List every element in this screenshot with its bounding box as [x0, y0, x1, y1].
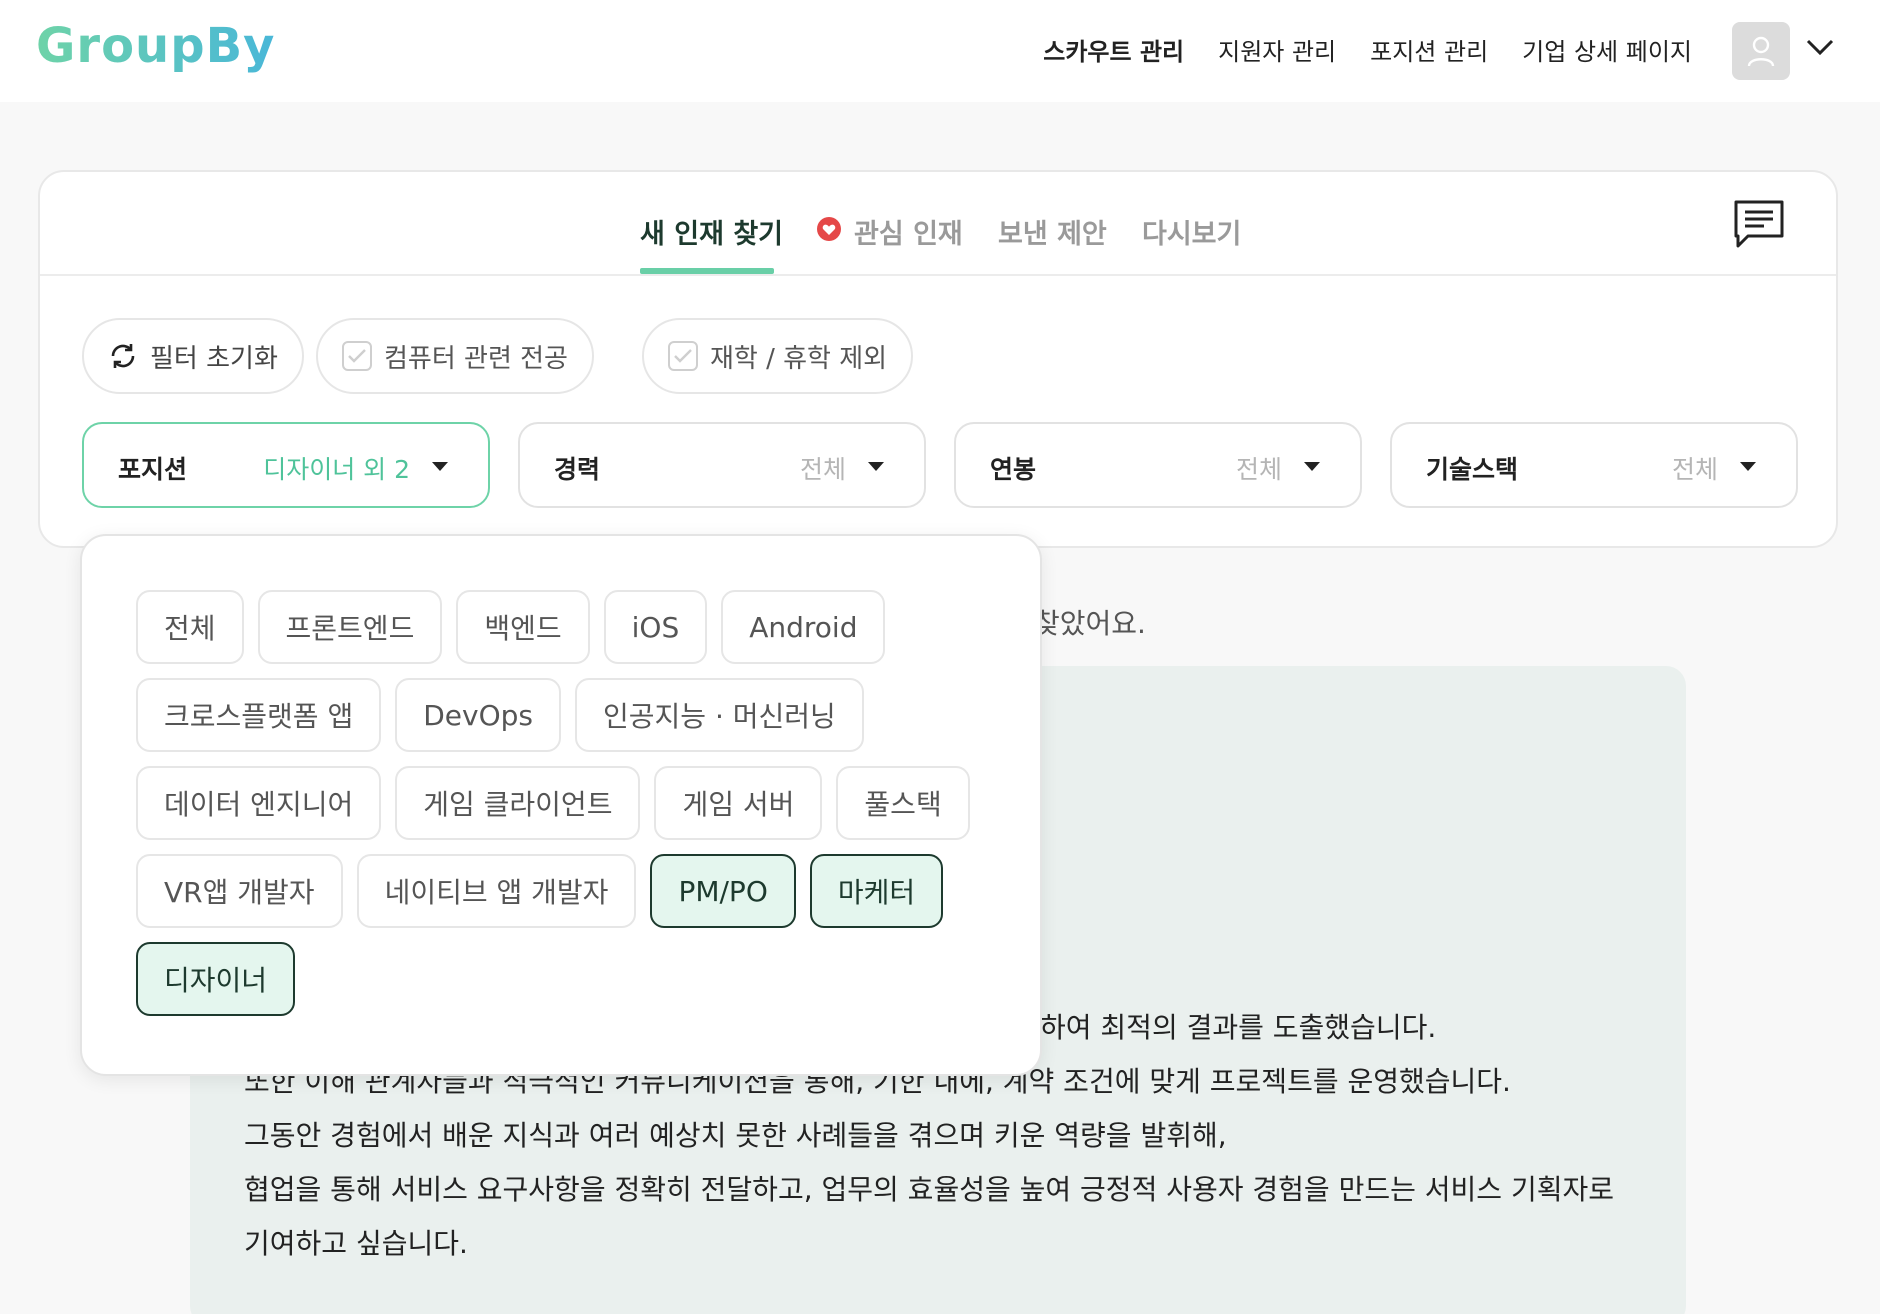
exclude-students-label: 재학 / 휴학 제외 — [710, 343, 888, 374]
filter-card: 새 인재 찾기 관심 인재 보낸 제안 다시보기 필터 초기화 컴퓨터 관련 전… — [38, 170, 1838, 548]
nav-company-detail[interactable]: 기업 상세 페이지 — [1522, 32, 1692, 67]
scout-tabs: 새 인재 찾기 관심 인재 보낸 제안 다시보기 — [40, 172, 1836, 276]
checkbox-icon — [342, 341, 372, 371]
position-option-chip[interactable]: 마케터 — [809, 854, 944, 928]
position-option-chip[interactable]: VR앱 개발자 — [136, 854, 343, 928]
tab-find-new-talent[interactable]: 새 인재 찾기 — [640, 212, 783, 251]
position-option-row: 디자이너 — [136, 942, 996, 1016]
refresh-icon — [111, 344, 135, 368]
position-option-chip[interactable]: 풀스택 — [836, 766, 970, 840]
select-label: 연봉 — [990, 455, 1037, 484]
groupby-logo[interactable]: GroupBy — [36, 18, 275, 74]
tab-interested-talent[interactable]: 관심 인재 — [854, 212, 963, 251]
filter-reset-label: 필터 초기화 — [150, 343, 278, 374]
position-option-chip[interactable]: PM/PO — [650, 854, 796, 928]
tab-review-again[interactable]: 다시보기 — [1142, 212, 1241, 251]
position-option-row: 데이터 엔지니어 게임 클라이언트 게임 서버 풀스택 — [136, 766, 996, 840]
nav-position-management[interactable]: 포지션 관리 — [1370, 32, 1488, 67]
select-label: 포지션 — [118, 455, 188, 484]
tech-stack-select[interactable]: 기술스택 전체 — [1390, 422, 1798, 508]
position-option-chip[interactable]: 데이터 엔지니어 — [136, 766, 382, 840]
caret-down-icon — [1304, 462, 1320, 471]
profile-description-line: 기여하고 싶습니다. — [244, 1227, 468, 1260]
select-label: 경력 — [554, 455, 601, 484]
select-value: 디자이너 외 2 — [263, 455, 410, 484]
position-option-row: 크로스플랫폼 앱 DevOps 인공지능 · 머신러닝 — [136, 678, 996, 752]
position-option-chip[interactable]: DevOps — [395, 678, 561, 752]
position-option-chip[interactable]: 인공지능 · 머신러닝 — [575, 678, 864, 752]
position-option-chip[interactable]: 프론트엔드 — [257, 590, 443, 664]
profile-description-line: 하여 최적의 결과를 도출했습니다. — [1040, 1011, 1437, 1044]
position-select[interactable]: 포지션 디자이너 외 2 — [82, 422, 490, 508]
avatar[interactable] — [1732, 22, 1790, 80]
position-option-chip[interactable]: 크로스플랫폼 앱 — [136, 678, 382, 752]
position-option-chip[interactable]: 전체 — [136, 590, 244, 664]
filter-reset-button[interactable]: 필터 초기화 — [82, 318, 304, 394]
chevron-down-icon[interactable] — [1805, 37, 1835, 57]
career-select[interactable]: 경력 전체 — [518, 422, 926, 508]
cs-major-checkbox[interactable]: 컴퓨터 관련 전공 — [316, 318, 594, 394]
position-options: 전체 프론트엔드 백엔드 iOS Android 크로스플랫폼 앱 DevOps 인공지능 ·… — [136, 590, 996, 1030]
select-value: 전체 — [1671, 455, 1718, 484]
checkbox-icon — [668, 341, 698, 371]
heart-icon — [817, 217, 841, 241]
position-option-chip[interactable]: 게임 클라이언트 — [395, 766, 641, 840]
exclude-students-checkbox[interactable]: 재학 / 휴학 제외 — [642, 318, 914, 394]
active-tab-indicator — [640, 268, 774, 274]
main-nav: 스카우트 관리 지원자 관리 포지션 관리 기업 상세 페이지 — [1043, 32, 1692, 67]
position-dropdown: 전체 프론트엔드 백엔드 iOS Android 크로스플랫폼 앱 DevOps 인공지능 ·… — [80, 534, 1042, 1076]
position-option-chip[interactable]: 백엔드 — [456, 590, 590, 664]
profile-description-line: 그동안 경험에서 배운 지식과 여러 예상치 못한 사례들을 겪으며 키운 역량… — [244, 1119, 1227, 1152]
nav-scout-management[interactable]: 스카우트 관리 — [1043, 32, 1184, 67]
message-icon[interactable] — [1732, 198, 1786, 250]
result-count-text: 찾았어요. — [1034, 607, 1146, 640]
salary-select[interactable]: 연봉 전체 — [954, 422, 1362, 508]
caret-down-icon — [868, 462, 884, 471]
profile-description-line: 협업을 통해 서비스 요구사항을 정확히 전달하고, 업무의 효율성을 높여 긍… — [244, 1173, 1614, 1206]
position-option-chip[interactable]: Android — [721, 590, 886, 664]
select-value: 전체 — [1235, 455, 1282, 484]
caret-down-icon — [432, 462, 448, 471]
position-option-chip[interactable]: 네이티브 앱 개발자 — [356, 854, 637, 928]
top-nav-bar: GroupBy 스카우트 관리 지원자 관리 포지션 관리 기업 상세 페이지 — [0, 0, 1880, 102]
caret-down-icon — [1740, 462, 1756, 471]
position-option-row: VR앱 개발자 네이티브 앱 개발자 PM/PO 마케터 — [136, 854, 996, 928]
cs-major-label: 컴퓨터 관련 전공 — [384, 343, 568, 374]
user-icon — [1747, 36, 1775, 67]
tab-sent-offers[interactable]: 보낸 제안 — [998, 212, 1107, 251]
position-option-row: 전체 프론트엔드 백엔드 iOS Android — [136, 590, 996, 664]
nav-applicant-management[interactable]: 지원자 관리 — [1218, 32, 1336, 67]
position-option-chip[interactable]: 게임 서버 — [654, 766, 823, 840]
select-value: 전체 — [799, 455, 846, 484]
position-option-chip[interactable]: iOS — [603, 590, 708, 664]
select-label: 기술스택 — [1426, 455, 1519, 484]
position-option-chip[interactable]: 디자이너 — [136, 942, 296, 1016]
